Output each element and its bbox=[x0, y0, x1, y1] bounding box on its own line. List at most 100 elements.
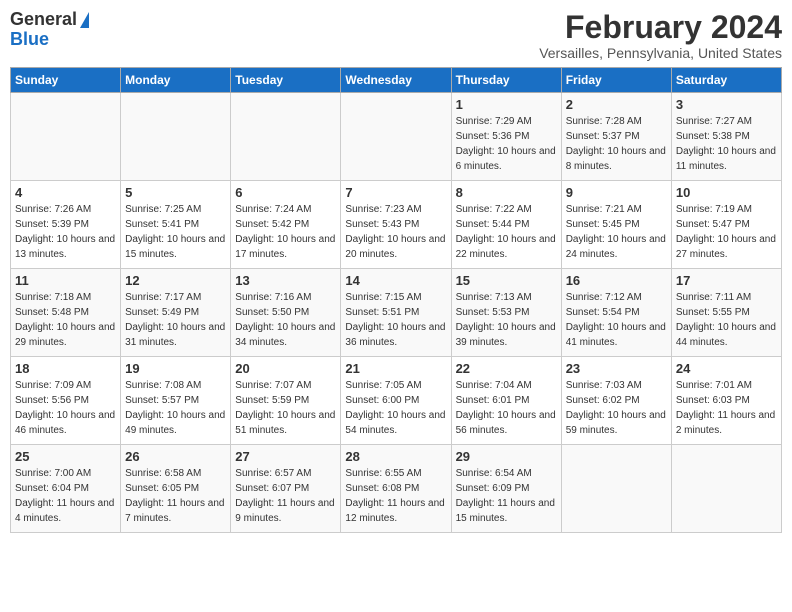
day-number: 15 bbox=[456, 273, 557, 288]
day-number: 17 bbox=[676, 273, 777, 288]
logo-general: General bbox=[10, 9, 77, 29]
day-number: 18 bbox=[15, 361, 116, 376]
day-number: 3 bbox=[676, 97, 777, 112]
day-number: 8 bbox=[456, 185, 557, 200]
calendar-cell: 15 Sunrise: 7:13 AMSunset: 5:53 PMDayligh… bbox=[451, 269, 561, 357]
calendar-cell: 21 Sunrise: 7:05 AMSunset: 6:00 PMDayligh… bbox=[341, 357, 451, 445]
calendar-week-row: 25 Sunrise: 7:00 AMSunset: 6:04 PMDayligh… bbox=[11, 445, 782, 533]
calendar-cell: 5 Sunrise: 7:25 AMSunset: 5:41 PMDaylight… bbox=[121, 181, 231, 269]
day-info: Sunrise: 7:28 AMSunset: 5:37 PMDaylight:… bbox=[566, 114, 667, 174]
weekday-header-friday: Friday bbox=[561, 68, 671, 93]
page-header: General Blue February 2024 Versailles, P… bbox=[10, 10, 782, 61]
day-number: 9 bbox=[566, 185, 667, 200]
weekday-header-saturday: Saturday bbox=[671, 68, 781, 93]
day-number: 11 bbox=[15, 273, 116, 288]
day-info: Sunrise: 6:55 AMSunset: 6:08 PMDaylight:… bbox=[345, 466, 446, 526]
day-number: 21 bbox=[345, 361, 446, 376]
calendar-cell: 6 Sunrise: 7:24 AMSunset: 5:42 PMDaylight… bbox=[231, 181, 341, 269]
calendar-cell: 27Sunrise: 6:57 AMSunset: 6:07 PMDayligh… bbox=[231, 445, 341, 533]
day-number: 4 bbox=[15, 185, 116, 200]
day-info: Sunrise: 7:19 AMSunset: 5:47 PMDaylight:… bbox=[676, 202, 777, 262]
day-info: Sunrise: 7:00 AMSunset: 6:04 PMDaylight:… bbox=[15, 466, 116, 526]
day-number: 6 bbox=[235, 185, 336, 200]
day-number: 24 bbox=[676, 361, 777, 376]
day-info: Sunrise: 7:08 AMSunset: 5:57 PMDaylight:… bbox=[125, 378, 226, 438]
calendar-table: SundayMondayTuesdayWednesdayThursdayFrid… bbox=[10, 67, 782, 533]
day-info: Sunrise: 7:04 AMSunset: 6:01 PMDaylight:… bbox=[456, 378, 557, 438]
weekday-header-monday: Monday bbox=[121, 68, 231, 93]
calendar-cell: 18 Sunrise: 7:09 AMSunset: 5:56 PMDayligh… bbox=[11, 357, 121, 445]
day-number: 23 bbox=[566, 361, 667, 376]
day-info: Sunrise: 7:29 AMSunset: 5:36 PMDaylight:… bbox=[456, 114, 557, 174]
calendar-week-row: 1 Sunrise: 7:29 AMSunset: 5:36 PMDaylight… bbox=[11, 93, 782, 181]
calendar-cell bbox=[121, 93, 231, 181]
calendar-cell bbox=[341, 93, 451, 181]
logo-blue: Blue bbox=[10, 30, 89, 50]
day-info: Sunrise: 7:22 AMSunset: 5:44 PMDaylight:… bbox=[456, 202, 557, 262]
calendar-week-row: 4Sunrise: 7:26 AMSunset: 5:39 PMDaylight… bbox=[11, 181, 782, 269]
day-info: Sunrise: 7:07 AMSunset: 5:59 PMDaylight:… bbox=[235, 378, 336, 438]
calendar-cell: 16 Sunrise: 7:12 AMSunset: 5:54 PMDayligh… bbox=[561, 269, 671, 357]
day-number: 19 bbox=[125, 361, 226, 376]
calendar-cell: 22 Sunrise: 7:04 AMSunset: 6:01 PMDayligh… bbox=[451, 357, 561, 445]
calendar-cell: 14Sunrise: 7:15 AMSunset: 5:51 PMDayligh… bbox=[341, 269, 451, 357]
weekday-header-thursday: Thursday bbox=[451, 68, 561, 93]
calendar-cell: 28 Sunrise: 6:55 AMSunset: 6:08 PMDayligh… bbox=[341, 445, 451, 533]
day-info: Sunrise: 7:03 AMSunset: 6:02 PMDaylight:… bbox=[566, 378, 667, 438]
day-number: 20 bbox=[235, 361, 336, 376]
day-info: Sunrise: 7:11 AMSunset: 5:55 PMDaylight:… bbox=[676, 290, 777, 350]
calendar-cell: 26 Sunrise: 6:58 AMSunset: 6:05 PMDayligh… bbox=[121, 445, 231, 533]
calendar-cell: 12 Sunrise: 7:17 AMSunset: 5:49 PMDayligh… bbox=[121, 269, 231, 357]
calendar-cell: 19 Sunrise: 7:08 AMSunset: 5:57 PMDayligh… bbox=[121, 357, 231, 445]
calendar-week-row: 18 Sunrise: 7:09 AMSunset: 5:56 PMDayligh… bbox=[11, 357, 782, 445]
day-number: 22 bbox=[456, 361, 557, 376]
day-info: Sunrise: 6:58 AMSunset: 6:05 PMDaylight:… bbox=[125, 466, 226, 526]
calendar-cell bbox=[231, 93, 341, 181]
day-info: Sunrise: 7:24 AMSunset: 5:42 PMDaylight:… bbox=[235, 202, 336, 262]
calendar-cell: 24 Sunrise: 7:01 AMSunset: 6:03 PMDayligh… bbox=[671, 357, 781, 445]
calendar-cell: 3 Sunrise: 7:27 AMSunset: 5:38 PMDaylight… bbox=[671, 93, 781, 181]
day-number: 25 bbox=[15, 449, 116, 464]
day-info: Sunrise: 7:27 AMSunset: 5:38 PMDaylight:… bbox=[676, 114, 777, 174]
day-number: 5 bbox=[125, 185, 226, 200]
day-number: 12 bbox=[125, 273, 226, 288]
calendar-cell: 9 Sunrise: 7:21 AMSunset: 5:45 PMDaylight… bbox=[561, 181, 671, 269]
weekday-header-sunday: Sunday bbox=[11, 68, 121, 93]
day-number: 29 bbox=[456, 449, 557, 464]
day-info: Sunrise: 7:13 AMSunset: 5:53 PMDaylight:… bbox=[456, 290, 557, 350]
day-info: Sunrise: 7:21 AMSunset: 5:45 PMDaylight:… bbox=[566, 202, 667, 262]
day-number: 2 bbox=[566, 97, 667, 112]
day-number: 26 bbox=[125, 449, 226, 464]
weekday-header-tuesday: Tuesday bbox=[231, 68, 341, 93]
day-info: Sunrise: 6:57 AMSunset: 6:07 PMDaylight:… bbox=[235, 466, 336, 526]
calendar-cell bbox=[561, 445, 671, 533]
day-number: 13 bbox=[235, 273, 336, 288]
day-info: Sunrise: 7:16 AMSunset: 5:50 PMDaylight:… bbox=[235, 290, 336, 350]
month-title: February 2024 bbox=[539, 10, 782, 45]
day-number: 16 bbox=[566, 273, 667, 288]
calendar-cell: 7 Sunrise: 7:23 AMSunset: 5:43 PMDaylight… bbox=[341, 181, 451, 269]
day-info: Sunrise: 7:12 AMSunset: 5:54 PMDaylight:… bbox=[566, 290, 667, 350]
logo: General Blue bbox=[10, 10, 89, 50]
day-info: Sunrise: 7:05 AMSunset: 6:00 PMDaylight:… bbox=[345, 378, 446, 438]
calendar-week-row: 11 Sunrise: 7:18 AMSunset: 5:48 PMDayligh… bbox=[11, 269, 782, 357]
calendar-cell: 20 Sunrise: 7:07 AMSunset: 5:59 PMDayligh… bbox=[231, 357, 341, 445]
day-info: Sunrise: 7:09 AMSunset: 5:56 PMDaylight:… bbox=[15, 378, 116, 438]
day-info: Sunrise: 7:01 AMSunset: 6:03 PMDaylight:… bbox=[676, 378, 777, 438]
day-number: 1 bbox=[456, 97, 557, 112]
day-info: Sunrise: 7:17 AMSunset: 5:49 PMDaylight:… bbox=[125, 290, 226, 350]
weekday-header-wednesday: Wednesday bbox=[341, 68, 451, 93]
day-info: Sunrise: 7:25 AMSunset: 5:41 PMDaylight:… bbox=[125, 202, 226, 262]
day-info: Sunrise: 7:23 AMSunset: 5:43 PMDaylight:… bbox=[345, 202, 446, 262]
calendar-cell: 1 Sunrise: 7:29 AMSunset: 5:36 PMDaylight… bbox=[451, 93, 561, 181]
calendar-cell: 29Sunrise: 6:54 AMSunset: 6:09 PMDayligh… bbox=[451, 445, 561, 533]
day-number: 10 bbox=[676, 185, 777, 200]
calendar-cell: 2 Sunrise: 7:28 AMSunset: 5:37 PMDaylight… bbox=[561, 93, 671, 181]
day-number: 7 bbox=[345, 185, 446, 200]
calendar-cell: 17 Sunrise: 7:11 AMSunset: 5:55 PMDayligh… bbox=[671, 269, 781, 357]
calendar-cell bbox=[671, 445, 781, 533]
calendar-cell: 13 Sunrise: 7:16 AMSunset: 5:50 PMDayligh… bbox=[231, 269, 341, 357]
day-info: Sunrise: 7:18 AMSunset: 5:48 PMDaylight:… bbox=[15, 290, 116, 350]
title-area: February 2024 Versailles, Pennsylvania, … bbox=[539, 10, 782, 61]
day-number: 28 bbox=[345, 449, 446, 464]
